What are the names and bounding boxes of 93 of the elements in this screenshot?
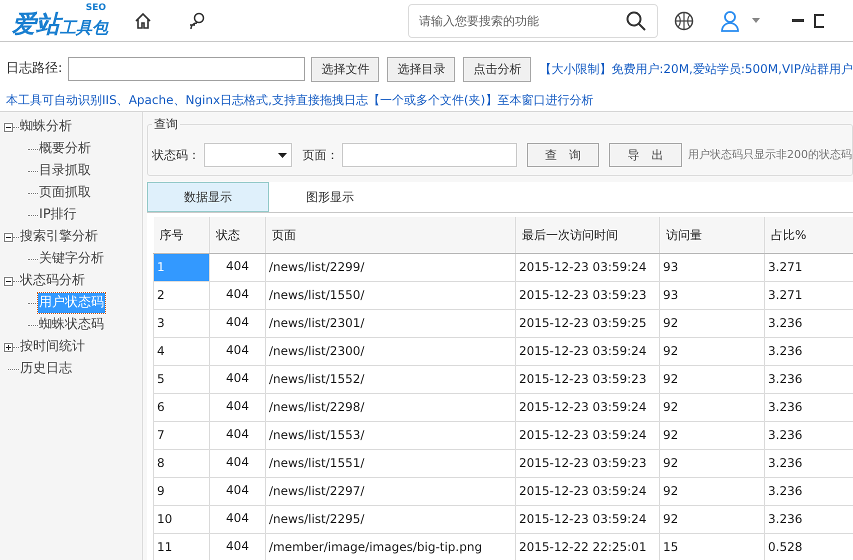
table-cell: /news/list/2297/ (266, 477, 516, 505)
table-cell: 92 (660, 309, 764, 337)
table-cell: /news/list/2298/ (266, 393, 516, 421)
action-button[interactable]: 点击分析 (463, 56, 532, 82)
table-cell: 404 (210, 309, 266, 337)
table-cell: 6 (154, 393, 210, 421)
field-label: 状态码： (152, 147, 200, 164)
table-cell: 2015-12-23 03:59:24 (516, 505, 660, 533)
table-cell: 2 (154, 281, 210, 309)
table-cell: 2015-12-23 03:59:24 (516, 337, 660, 365)
column-header[interactable]: 最后一次访问时间 (516, 217, 660, 253)
column-header[interactable]: 序号 (154, 217, 210, 253)
table-cell: 5 (154, 365, 210, 393)
table-cell: 92 (660, 449, 764, 477)
action-button[interactable]: 导 出 (609, 143, 682, 167)
table-cell: 1 (154, 253, 210, 281)
table-cell: 92 (660, 421, 764, 449)
tree-item[interactable]: 状态码分析 (19, 271, 86, 291)
table-cell: 2015-12-23 03:59:24 (516, 421, 660, 449)
field-label: 日志路径: (6, 60, 62, 78)
table-cell: 92 (660, 337, 764, 365)
dropdown-caret-icon (278, 152, 288, 158)
table-cell: /news/list/2301/ (266, 309, 516, 337)
tab[interactable]: 数据显示 (147, 182, 269, 212)
tree-item[interactable]: 搜索引擎分析 (19, 227, 99, 247)
table-cell: 2015-12-23 03:59:24 (516, 477, 660, 505)
table-cell: 2015-12-23 03:59:25 (516, 309, 660, 337)
table-cell: /news/list/1550/ (266, 281, 516, 309)
column-header[interactable]: 页面 (266, 217, 516, 253)
table-cell: 2015-12-23 03:59:24 (516, 253, 660, 281)
table-cell: 3 (154, 309, 210, 337)
table-cell: /news/list/1552/ (266, 365, 516, 393)
table-cell: 10 (154, 505, 210, 533)
action-button[interactable]: 选择目录 (387, 56, 456, 82)
table-cell: 8 (154, 449, 210, 477)
table-cell: /news/list/1551/ (266, 449, 516, 477)
tree-item[interactable]: 关键字分析 (38, 249, 105, 269)
table-cell: 93 (660, 253, 764, 281)
size-limit-note: 【大小限制】免费用户:20M,爱站学员:500M,VIP/站群用户 (539, 61, 853, 78)
tree-item[interactable]: 历史日志 (19, 359, 73, 379)
column-header[interactable]: 访问量 (660, 217, 764, 253)
table-cell: 2015-12-23 03:59:24 (516, 393, 660, 421)
table-cell: 404 (210, 281, 266, 309)
expand-toggle-icon[interactable] (4, 122, 13, 132)
home-icon[interactable] (134, 12, 152, 30)
action-button[interactable]: 查 询 (526, 143, 600, 167)
tree-item[interactable]: 页面抓取 (38, 183, 92, 203)
tree-item[interactable]: 蜘蛛状态码 (38, 315, 105, 335)
table-cell: 92 (660, 477, 764, 505)
column-header[interactable]: 状态 (210, 217, 266, 253)
page-field[interactable] (342, 143, 517, 167)
table-cell: /news/list/2299/ (266, 253, 516, 281)
table-cell: /news/list/2300/ (266, 337, 516, 365)
dropdown-caret-icon[interactable] (752, 18, 760, 23)
field-label: 页面： (302, 147, 338, 164)
table-cell: /news/list/2295/ (266, 505, 516, 533)
column-header[interactable]: 占比% (764, 217, 853, 253)
tree-item[interactable]: 概要分析 (38, 139, 92, 159)
log-path-field[interactable] (68, 57, 306, 81)
table-cell: 4 (154, 337, 210, 365)
table-cell: 404 (210, 365, 266, 393)
table-cell: 9 (154, 477, 210, 505)
search-field[interactable]: 请输入您要搜索的功能 (408, 4, 658, 38)
table-cell: 11 (154, 533, 210, 560)
table-cell: 404 (210, 421, 266, 449)
basketball-icon[interactable] (674, 10, 694, 30)
table-cell: 92 (660, 365, 764, 393)
tree-item[interactable]: 按时间统计 (19, 337, 86, 357)
table-cell: 404 (210, 393, 266, 421)
logo-text: SEO (86, 4, 106, 12)
table-cell: 404 (210, 337, 266, 365)
table-cell: 2015-12-23 03:59:23 (516, 449, 660, 477)
table-cell: 404 (210, 253, 266, 281)
action-button[interactable]: 选择文件 (311, 56, 380, 82)
table-cell: 404 (210, 449, 266, 477)
table-cell: 7 (154, 421, 210, 449)
tree-item[interactable]: 目录抓取 (38, 161, 92, 181)
info-text: 本工具可自动识别IIS、Apache、Nginx日志格式,支持直接拖拽日志【一个或多个文件(夹)】至本窗口进行分析 (5, 92, 594, 108)
expand-toggle-icon[interactable] (4, 342, 13, 352)
tree-item[interactable]: IP排行 (38, 205, 78, 225)
table-cell: 93 (660, 281, 764, 309)
table-cell: 2015-12-23 03:59:23 (516, 365, 660, 393)
table-cell: 92 (660, 505, 764, 533)
table-cell: 404 (210, 477, 266, 505)
note-text: 用户状态码只显示非200的状态码 (688, 146, 852, 163)
maximize-icon[interactable] (814, 14, 824, 28)
expand-toggle-icon[interactable] (4, 276, 13, 286)
tree-item[interactable]: 蜘蛛分析 (19, 117, 73, 137)
table-cell: /news/list/1553/ (266, 421, 516, 449)
table-cell: 2015-12-23 03:59:23 (516, 281, 660, 309)
table-cell: 92 (660, 393, 764, 421)
table-cell: 404 (210, 505, 266, 533)
expand-toggle-icon[interactable] (4, 232, 13, 242)
